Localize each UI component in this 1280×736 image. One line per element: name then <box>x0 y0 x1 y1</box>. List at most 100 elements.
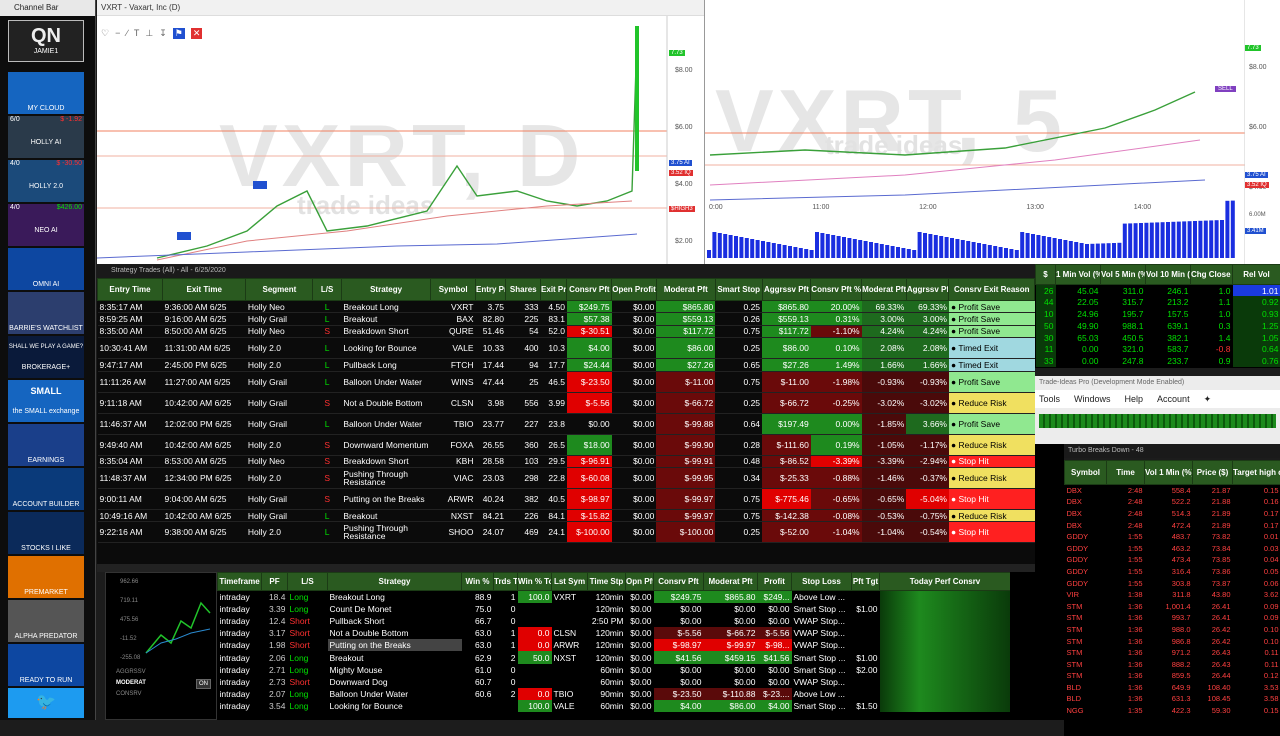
turbo-row[interactable]: STM1:36988.026.420.10 <box>1065 624 1280 636</box>
turbo-row[interactable]: STM1:36859.526.440.12 <box>1065 670 1280 682</box>
perf-column-header[interactable]: Trds Today <box>494 573 518 591</box>
perf-column-header[interactable]: Consrv Pft <box>654 573 704 591</box>
column-header[interactable]: Symbol <box>431 279 476 301</box>
trade-row[interactable]: 8:35:00 AM8:50:00 AM 6/25Holly NeoSBreak… <box>98 325 1035 337</box>
channel-small-exchange[interactable]: SMALL the SMALL exchange <box>8 380 84 422</box>
turbo-row[interactable]: STM1:36986.826.420.10 <box>1065 635 1280 647</box>
perf-column-header[interactable]: Moderat Pft <box>704 573 758 591</box>
turbo-row[interactable]: STM1:361,001.426.410.09 <box>1065 600 1280 612</box>
turbo-row[interactable]: STM1:36971.226.430.11 <box>1065 647 1280 659</box>
turbo-column-header[interactable]: Time <box>1107 461 1145 485</box>
alerts-column-header[interactable]: 1 Min Vol (%) <box>1056 265 1101 285</box>
column-header[interactable]: Entry Time <box>98 279 163 301</box>
perf-row[interactable]: intraday1.98ShortPutting on the Breaks63… <box>218 639 1011 651</box>
menu-tools[interactable]: Tools <box>1039 394 1060 404</box>
perf-column-header[interactable]: Strategy <box>328 573 462 591</box>
horizontal-scrollbar[interactable] <box>97 564 1035 572</box>
column-header[interactable]: Strategy <box>341 279 430 301</box>
channel-account-builder[interactable]: ACCOUNT BUILDER <box>8 468 84 510</box>
alert-row[interactable]: 3065.03450.5382.11.41.05 <box>1036 332 1280 344</box>
channel-holly-ai[interactable]: 6/0$ -1.92 HOLLY AI <box>8 116 84 158</box>
column-header[interactable]: Aggrssv Pft <box>762 279 811 301</box>
channel-neo-ai[interactable]: 4/0$426.00 NEO AI <box>8 204 84 246</box>
perf-column-header[interactable]: Win % <box>462 573 494 591</box>
turbo-row[interactable]: NGG1:35422.359.300.15 <box>1065 705 1280 717</box>
column-header[interactable]: Smart Stop <box>715 279 762 301</box>
turbo-row[interactable]: GDDY1:55316.473.860.05 <box>1065 566 1280 578</box>
on-toggle[interactable]: ON <box>196 679 211 689</box>
perf-row[interactable]: intraday2.06LongBreakout62.9250.0NXST120… <box>218 651 1011 663</box>
trade-row[interactable]: 9:47:17 AM2:45:00 PM 6/25Holly 2.0LPullb… <box>98 359 1035 371</box>
trade-row[interactable]: 9:11:18 AM10:42:00 AM 6/25Holly GrailSNo… <box>98 392 1035 413</box>
turbo-row[interactable]: BLD1:36631.3108.453.58 <box>1065 693 1280 705</box>
perf-row[interactable]: intraday2.71LongMighty Mouse61.0060min$0… <box>218 664 1011 676</box>
column-header[interactable]: L/S <box>313 279 341 301</box>
column-header[interactable]: Entry Price <box>476 279 506 301</box>
alerts-column-header[interactable]: Vol 10 Min (%) <box>1146 265 1191 285</box>
perf-column-header[interactable]: Win % Today <box>518 573 552 591</box>
turbo-row[interactable]: DBX2:48522.221.880.16 <box>1065 496 1280 508</box>
channel-holly-2[interactable]: 4/0$ -30.50 HOLLY 2.0 <box>8 160 84 202</box>
channel-omni-ai[interactable]: OMNI AI <box>8 248 84 290</box>
perf-row[interactable]: intraday3.39LongCount De Monet75.00120mi… <box>218 603 1011 615</box>
channel-brokerage[interactable]: SHALL WE PLAY A GAME? BROKERAGE+ <box>8 336 84 378</box>
turbo-row[interactable]: VIR1:38311.843.803.62 <box>1065 589 1280 601</box>
perf-row[interactable]: intraday18.4LongBreakout Long88.91100.0V… <box>218 591 1011 603</box>
turbo-row[interactable]: DBX2:48558.421.870.15 <box>1065 485 1280 497</box>
trade-row[interactable]: 11:11:26 AM11:27:00 AM 6/25Holly GrailLB… <box>98 371 1035 392</box>
perf-column-header[interactable]: L/S <box>288 573 328 591</box>
turbo-row[interactable]: GDDY1:55303.873.870.06 <box>1065 577 1280 589</box>
alert-row[interactable]: 330.00247.8233.70.90.76 <box>1036 355 1280 367</box>
trade-row[interactable]: 10:30:41 AM11:31:00 AM 6/25Holly 2.0LLoo… <box>98 338 1035 359</box>
menu-account[interactable]: Account <box>1157 394 1190 404</box>
channel-stocks-i-like[interactable]: STOCKS I LIKE <box>8 512 84 554</box>
turbo-row[interactable]: BLD1:36649.9108.403.53 <box>1065 682 1280 694</box>
alert-row[interactable]: 5049.90988.1639.10.31.25 <box>1036 320 1280 332</box>
perf-row[interactable]: intraday2.07LongBalloon Under Water60.62… <box>218 688 1011 700</box>
column-header[interactable]: Exit Price <box>541 279 567 301</box>
trade-row[interactable]: 10:49:16 AM10:42:00 AM 6/25Holly GrailLB… <box>98 509 1035 521</box>
turbo-row[interactable]: DBX2:48514.321.890.17 <box>1065 508 1280 520</box>
channel-earnings[interactable]: EARNINGS <box>8 424 84 466</box>
perf-scrollbar[interactable] <box>1010 572 1035 720</box>
column-header[interactable]: Exit Time <box>163 279 246 301</box>
trade-row[interactable]: 11:46:37 AM12:02:00 PM 6/25Holly GrailLB… <box>98 413 1035 434</box>
alerts-column-header[interactable]: $ <box>1036 265 1056 285</box>
alert-row[interactable]: 1024.96195.7157.51.00.93 <box>1036 308 1280 320</box>
perf-column-header[interactable]: Stop Loss <box>792 573 852 591</box>
column-header[interactable]: Segment <box>246 279 313 301</box>
alert-row[interactable]: 110.00321.0583.7-0.80.64 <box>1036 343 1280 355</box>
alert-row[interactable]: 2645.04311.0246.11.01.01 <box>1036 285 1280 297</box>
trade-row[interactable]: 9:22:16 AM9:38:00 AM 6/25Holly 2.0LPushi… <box>98 522 1035 543</box>
channel-my-cloud[interactable]: MY CLOUD <box>8 72 84 114</box>
trade-row[interactable]: 8:59:25 AM9:16:00 AM 6/25Holly GrailLBre… <box>98 313 1035 325</box>
column-header[interactable]: Moderat Pft % <box>862 279 907 301</box>
perf-row[interactable]: intraday3.17ShortNot a Double Bottom63.0… <box>218 627 1011 639</box>
turbo-column-header[interactable]: Vol 1 Min (%) <box>1145 461 1193 485</box>
channel-premarket[interactable]: PREMARKET <box>8 556 84 598</box>
trade-row[interactable]: 8:35:17 AM9:36:00 AM 6/25Holly NeoLBreak… <box>98 301 1035 313</box>
perf-row[interactable]: intraday2.73ShortDownward Dog60.7060min$… <box>218 676 1011 688</box>
channel-alpha-predator[interactable]: ALPHA PREDATOR <box>8 600 84 642</box>
turbo-column-header[interactable]: Price ($) <box>1193 461 1233 485</box>
twitter-icon[interactable]: 🐦 <box>8 688 84 718</box>
column-header[interactable]: Aggrssv Pft % <box>906 279 949 301</box>
perf-column-header[interactable]: Lst Sym <box>552 573 588 591</box>
turbo-row[interactable]: GDDY1:55463.273.840.03 <box>1065 542 1280 554</box>
profile-tile[interactable]: QN JAMIE1 <box>8 20 84 62</box>
alert-row[interactable]: 4422.05315.7213.21.10.92 <box>1036 296 1280 308</box>
turbo-row[interactable]: GDDY1:55483.773.820.01 <box>1065 531 1280 543</box>
trade-row[interactable]: 8:35:04 AM8:53:00 AM 6/25Holly NeoSBreak… <box>98 455 1035 467</box>
column-header[interactable]: Open Profit <box>612 279 657 301</box>
turbo-column-header[interactable]: Symbol <box>1065 461 1107 485</box>
perf-column-header[interactable]: Opn Pft <box>626 573 654 591</box>
trade-row[interactable]: 9:00:11 AM9:04:00 AM 6/25Holly GrailSPut… <box>98 488 1035 509</box>
turbo-row[interactable]: STM1:36888.226.430.11 <box>1065 658 1280 670</box>
perf-column-header[interactable]: Profit <box>758 573 792 591</box>
menu-help[interactable]: Help <box>1125 394 1144 404</box>
turbo-column-header[interactable]: Target high or Low ($) <box>1233 461 1280 485</box>
alerts-column-header[interactable]: Vol 5 Min (%) <box>1101 265 1146 285</box>
channel-ready-to-run[interactable]: READY TO RUN <box>8 644 84 686</box>
column-header[interactable]: Shares <box>506 279 541 301</box>
turbo-row[interactable]: DBX2:48472.421.890.17 <box>1065 519 1280 531</box>
